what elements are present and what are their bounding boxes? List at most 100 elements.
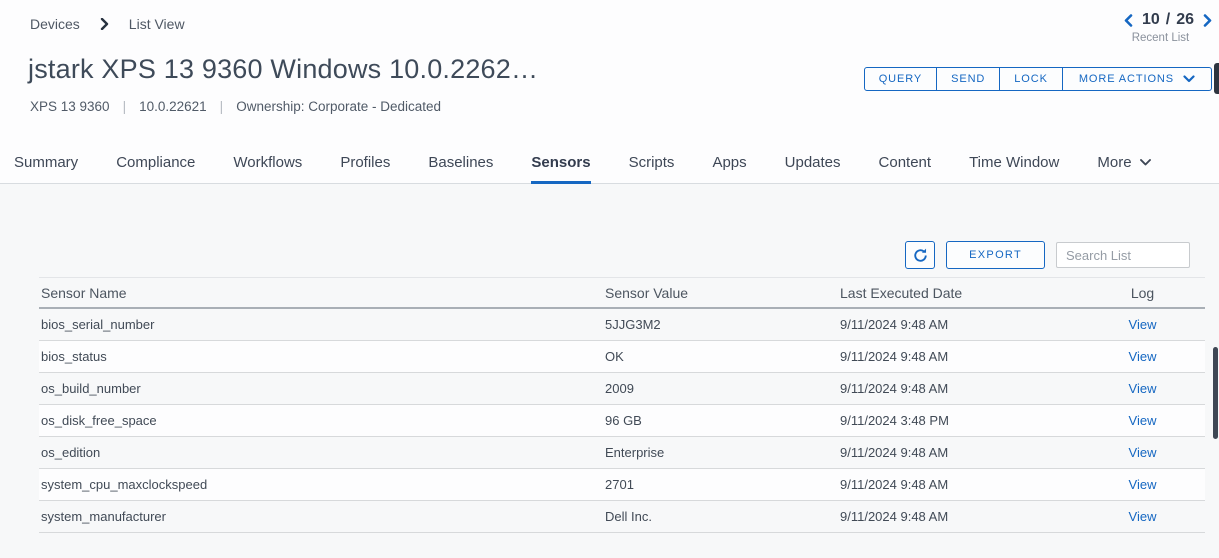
chevron-right-icon	[100, 18, 109, 30]
recent-list-label: Recent List	[1124, 32, 1212, 44]
pager-total: 26	[1176, 11, 1194, 29]
pager-position: 10 / 26	[1142, 11, 1194, 29]
tab-label: Baselines	[428, 154, 493, 171]
sensor-name-cell: os_disk_free_space	[39, 413, 605, 428]
view-log-link[interactable]: View	[1129, 317, 1157, 332]
device-os-version: 10.0.22621	[139, 99, 207, 114]
column-header-sensor-name[interactable]: Sensor Name	[39, 285, 605, 301]
send-button[interactable]: SEND	[937, 68, 1000, 90]
tab-label: Profiles	[340, 154, 390, 171]
meta-divider: |	[220, 99, 224, 114]
table-row: os_disk_free_space 96 GB 9/11/2024 3:48 …	[39, 405, 1205, 437]
recent-list-pager: 10 / 26 Recent List	[1124, 11, 1212, 44]
sensor-value-cell: Enterprise	[605, 445, 840, 460]
sensor-name-cell: bios_status	[39, 349, 605, 364]
tab-updates[interactable]: Updates	[785, 141, 841, 184]
device-meta: XPS 13 9360 | 10.0.22621 | Ownership: Co…	[30, 99, 441, 114]
breadcrumb: Devices List View	[30, 16, 185, 32]
tab-label: Updates	[785, 154, 841, 171]
lock-button[interactable]: LOCK	[1000, 68, 1063, 90]
tab-content[interactable]: Content	[879, 141, 932, 184]
table-row: bios_serial_number 5JJG3M2 9/11/2024 9:4…	[39, 309, 1205, 341]
tab-label: Compliance	[116, 154, 195, 171]
export-button[interactable]: EXPORT	[946, 241, 1045, 269]
table-toolbar: EXPORT	[905, 241, 1190, 269]
breadcrumb-list-view[interactable]: List View	[129, 16, 185, 32]
tab-bar: Summary Compliance Workflows Profiles Ba…	[0, 141, 1219, 184]
tab-baselines[interactable]: Baselines	[428, 141, 493, 184]
device-model: XPS 13 9360	[30, 99, 110, 114]
table-row: os_build_number 2009 9/11/2024 9:48 AM V…	[39, 373, 1205, 405]
sensor-value-cell: OK	[605, 349, 840, 364]
sensor-table-body: bios_serial_number 5JJG3M2 9/11/2024 9:4…	[39, 309, 1205, 533]
view-log-link[interactable]: View	[1129, 381, 1157, 396]
sensor-name-cell: os_edition	[39, 445, 605, 460]
sensor-value-cell: 2009	[605, 381, 840, 396]
tab-label: More	[1097, 154, 1131, 171]
sensor-name-cell: system_manufacturer	[39, 509, 605, 524]
meta-divider: |	[123, 99, 127, 114]
tab-sensors[interactable]: Sensors	[531, 141, 590, 184]
previous-device-button[interactable]	[1124, 14, 1133, 27]
tab-label: Content	[879, 154, 932, 171]
sensor-value-cell: 2701	[605, 477, 840, 492]
tab-workflows[interactable]: Workflows	[233, 141, 302, 184]
pager-current: 10	[1142, 11, 1160, 29]
tab-apps[interactable]: Apps	[712, 141, 746, 184]
pager-separator: /	[1166, 11, 1170, 29]
tab-time-window[interactable]: Time Window	[969, 141, 1059, 184]
column-header-sensor-value[interactable]: Sensor Value	[605, 285, 840, 301]
table-row: bios_status OK 9/11/2024 9:48 AM View	[39, 341, 1205, 373]
last-executed-cell: 9/11/2024 9:48 AM	[840, 477, 1080, 492]
tab-label: Summary	[14, 154, 78, 171]
device-action-group: QUERY SEND LOCK MORE ACTIONS	[864, 67, 1212, 91]
view-log-link[interactable]: View	[1129, 509, 1157, 524]
refresh-icon	[913, 248, 928, 263]
tab-more[interactable]: More	[1097, 141, 1150, 184]
refresh-button[interactable]	[905, 241, 935, 269]
more-actions-button[interactable]: MORE ACTIONS	[1063, 68, 1211, 90]
tab-profiles[interactable]: Profiles	[340, 141, 390, 184]
tab-label: Workflows	[233, 154, 302, 171]
search-input[interactable]	[1056, 242, 1190, 268]
table-header-row: Sensor Name Sensor Value Last Executed D…	[39, 277, 1205, 309]
sensor-name-cell: os_build_number	[39, 381, 605, 396]
tab-label: Apps	[712, 154, 746, 171]
last-executed-cell: 9/11/2024 3:48 PM	[840, 413, 1080, 428]
chevron-down-icon	[1183, 75, 1195, 83]
view-log-link[interactable]: View	[1129, 349, 1157, 364]
column-header-log: Log	[1080, 285, 1205, 301]
view-log-link[interactable]: View	[1129, 477, 1157, 492]
sensors-panel: EXPORT Sensor Name Sensor Value Last Exe…	[0, 184, 1219, 558]
last-executed-cell: 9/11/2024 9:48 AM	[840, 349, 1080, 364]
device-title: jstark XPS 13 9360 Windows 10.0.2262…	[28, 54, 538, 85]
more-actions-label: MORE ACTIONS	[1079, 73, 1174, 85]
tab-summary[interactable]: Summary	[14, 141, 78, 184]
device-details-page: Devices List View 10 / 26 Recent L	[0, 0, 1219, 558]
vertical-scrollbar-thumb[interactable]	[1213, 347, 1218, 439]
column-header-last-executed[interactable]: Last Executed Date	[840, 285, 1080, 301]
side-panel-edge[interactable]	[1214, 63, 1219, 94]
tab-label: Scripts	[629, 154, 675, 171]
last-executed-cell: 9/11/2024 9:48 AM	[840, 381, 1080, 396]
sensor-value-cell: 96 GB	[605, 413, 840, 428]
sensor-name-cell: system_cpu_maxclockspeed	[39, 477, 605, 492]
view-log-link[interactable]: View	[1129, 445, 1157, 460]
last-executed-cell: 9/11/2024 9:48 AM	[840, 509, 1080, 524]
sensor-value-cell: Dell Inc.	[605, 509, 840, 524]
query-button[interactable]: QUERY	[865, 68, 937, 90]
view-log-link[interactable]: View	[1129, 413, 1157, 428]
page-header: Devices List View 10 / 26 Recent L	[0, 0, 1219, 184]
tab-compliance[interactable]: Compliance	[116, 141, 195, 184]
chevron-down-icon	[1140, 159, 1151, 166]
table-row: system_cpu_maxclockspeed 2701 9/11/2024 …	[39, 469, 1205, 501]
last-executed-cell: 9/11/2024 9:48 AM	[840, 445, 1080, 460]
tab-scripts[interactable]: Scripts	[629, 141, 675, 184]
tab-label: Sensors	[531, 154, 590, 171]
device-ownership: Ownership: Corporate - Dedicated	[236, 99, 441, 114]
pager-row: 10 / 26	[1124, 11, 1212, 29]
next-device-button[interactable]	[1203, 14, 1212, 27]
table-row: system_manufacturer Dell Inc. 9/11/2024 …	[39, 501, 1205, 533]
sensor-table: Sensor Name Sensor Value Last Executed D…	[39, 277, 1205, 533]
breadcrumb-devices[interactable]: Devices	[30, 16, 80, 32]
